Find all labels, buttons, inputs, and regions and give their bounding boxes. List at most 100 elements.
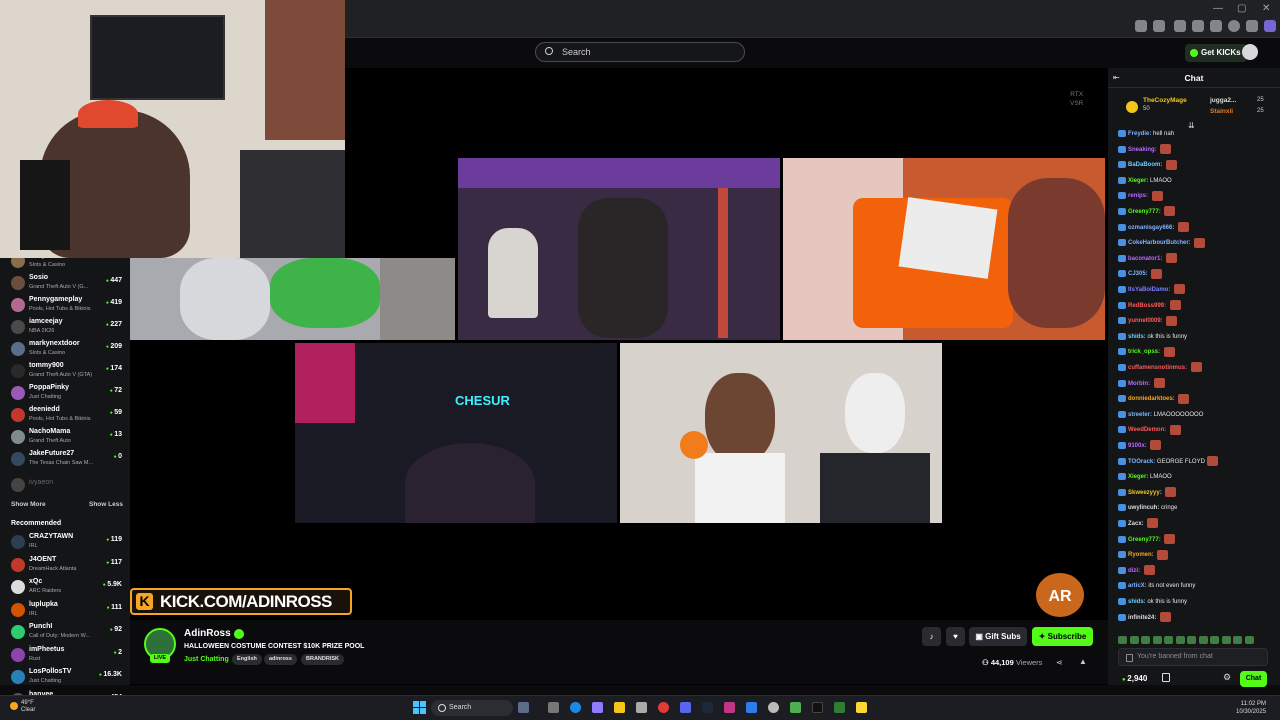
chat-message[interactable]: Zacx:	[1118, 518, 1278, 532]
chat-message[interactable]: ItsYaBoiDamo:	[1118, 284, 1278, 298]
chat-message[interactable]: RedBoss999:	[1118, 300, 1278, 314]
edge-icon[interactable]	[570, 702, 581, 713]
chat-message[interactable]: Sneaking:	[1118, 144, 1278, 158]
chat-message[interactable]: 9100x:	[1118, 440, 1278, 454]
tag-adinross[interactable]: adinross	[264, 654, 297, 665]
tiktok-icon[interactable]	[812, 702, 823, 713]
instagram-icon[interactable]	[724, 702, 735, 713]
sidebar-item-following-6[interactable]: PoppaPinky Just Chatting 72	[0, 383, 130, 405]
search-input[interactable]: Search	[535, 42, 745, 62]
channel-name[interactable]: AdinRoss	[184, 628, 231, 639]
chat-message[interactable]: shids: ok this is funny	[1118, 596, 1278, 610]
chat-username[interactable]: Morbin:	[1128, 381, 1150, 387]
chat-username[interactable]: ozmanisgay666:	[1128, 225, 1174, 231]
chat-message[interactable]: CokeHarbourButcher:	[1118, 237, 1278, 251]
tag-english[interactable]: English	[232, 654, 262, 665]
reader-icon[interactable]	[1135, 20, 1147, 32]
menu-dots-icon[interactable]	[1246, 20, 1258, 32]
quick-emote-bar[interactable]	[1118, 631, 1273, 644]
chat-username[interactable]: baconator1:	[1128, 256, 1162, 262]
chat-input[interactable]: You're banned from chat	[1118, 648, 1268, 666]
chat-username[interactable]: yunnel0009:	[1128, 318, 1163, 324]
task-view-icon[interactable]	[548, 702, 559, 713]
chat-message[interactable]: CJ305:	[1118, 268, 1278, 282]
chat-username[interactable]: WeedDemon:	[1128, 427, 1166, 433]
chat-username[interactable]: donniedarktoes:	[1128, 396, 1175, 402]
chat-message[interactable]: trick_opss:	[1118, 346, 1278, 360]
chat-username[interactable]: 9100x:	[1128, 443, 1147, 449]
store-icon[interactable]	[636, 702, 647, 713]
chat-message[interactable]: Ryomen:	[1118, 549, 1278, 563]
top-gifter-name[interactable]: TheCozyMage	[1143, 97, 1187, 104]
chat-message[interactable]: infinite24:	[1118, 612, 1278, 626]
chat-message[interactable]: yunnel0009:	[1118, 315, 1278, 329]
chat-username[interactable]: TOOrack:	[1128, 459, 1155, 465]
gift-subs-button[interactable]: ▣ Gift Subs	[969, 627, 1027, 646]
chat-username[interactable]: articX:	[1128, 583, 1147, 589]
chat-username[interactable]: uwylincuh:	[1128, 505, 1159, 511]
chat-username[interactable]: CokeHarbourButcher:	[1128, 240, 1191, 246]
show-less-button[interactable]: Show Less	[89, 501, 123, 508]
chat-username[interactable]: shids:	[1128, 599, 1146, 605]
kick-points[interactable]: 2,940	[1122, 674, 1147, 683]
weather-widget[interactable]: 49°F Clear	[9, 700, 35, 714]
chat-username[interactable]: Greeny777:	[1128, 209, 1161, 215]
chat-username[interactable]: Xieger:	[1128, 474, 1148, 480]
chat-username[interactable]: CJ305:	[1128, 271, 1148, 277]
chat-message[interactable]: renips:	[1118, 190, 1278, 204]
app-green-icon[interactable]	[790, 702, 801, 713]
sidebar-item-following-3[interactable]: iamceejay NBA 2K26 227	[0, 317, 130, 339]
share-icon[interactable]: ⋖	[1056, 658, 1063, 667]
favorites-icon[interactable]	[1210, 20, 1222, 32]
extensions-icon[interactable]	[1174, 20, 1186, 32]
profile-icon[interactable]	[1228, 20, 1240, 32]
chat-username[interactable]: Greeny777:	[1128, 537, 1161, 543]
leaderboard-icon[interactable]	[1162, 673, 1170, 682]
chat-message[interactable]: Greeny777:	[1118, 534, 1278, 548]
chat-message[interactable]: cuffamensnotinmus:	[1118, 362, 1278, 376]
sidebar-item-recommended-0[interactable]: CRAZYTAWN IRL 119	[0, 532, 130, 554]
chat-username[interactable]: trick_opss:	[1128, 349, 1160, 355]
gifter-2-name[interactable]: jugga2...	[1210, 97, 1236, 104]
chat-message[interactable]: baconator1:	[1118, 253, 1278, 267]
close-icon[interactable]: ✕	[1262, 3, 1270, 14]
copilot-icon[interactable]	[1264, 20, 1276, 32]
chat-username[interactable]: RedBoss999:	[1128, 303, 1166, 309]
subscribe-button[interactable]: ✦ Subscribe	[1032, 627, 1093, 646]
gear-icon[interactable]: ⚙	[1223, 672, 1231, 683]
chat-message[interactable]: streeter: LMAOOOOOOOO	[1118, 409, 1278, 423]
file-explorer-icon[interactable]	[614, 702, 625, 713]
sidebar-item-recommended-5[interactable]: imPheetus Rust 2	[0, 645, 130, 667]
tag-brandrisk[interactable]: BRANDRISK	[301, 654, 344, 665]
sidebar-item-following-4[interactable]: markynextdoor Slots & Casino 209	[0, 339, 130, 361]
taskbar-search[interactable]: Search	[431, 700, 513, 716]
chat-message[interactable]: shids: ok this is funny	[1118, 331, 1278, 345]
chat-message[interactable]: BaDaBoom:	[1118, 159, 1278, 173]
chat-username[interactable]: infinite24:	[1128, 615, 1156, 621]
chat-username[interactable]: BaDaBoom:	[1128, 162, 1162, 168]
sidebar-item-following-7[interactable]: deeniedd Pools, Hot Tubs & Bikinis 59	[0, 405, 130, 427]
follow-button[interactable]: ♥	[946, 627, 965, 646]
sidebar-item-recommended-1[interactable]: J4OENT DreamHack Atlanta 117	[0, 555, 130, 577]
widgets-icon[interactable]	[518, 702, 529, 713]
chat-message[interactable]: Greeny777:	[1118, 206, 1278, 220]
app-icon[interactable]	[746, 702, 757, 713]
chat-username[interactable]: dizi:	[1128, 568, 1140, 574]
sidebar-item-recommended-6[interactable]: LosPollosTV Just Chatting 16.3K	[0, 667, 130, 689]
chat-message[interactable]: Freydie: hell nah	[1118, 128, 1278, 142]
stream-category[interactable]: Just Chatting	[184, 656, 229, 663]
settings-taskbar-icon[interactable]	[768, 702, 779, 713]
report-icon[interactable]: ▲	[1079, 657, 1087, 666]
taskbar-clock[interactable]: 11:02 PM 10/30/2025	[1236, 700, 1266, 716]
chat-message[interactable]: articX: its not even funny	[1118, 580, 1278, 594]
chat-message[interactable]: Xieger: LMAOO	[1118, 471, 1278, 485]
chat-message[interactable]: donniedarktoes:	[1118, 393, 1278, 407]
chat-message[interactable]: uwylincuh: cringe	[1118, 502, 1278, 516]
excel-icon[interactable]	[834, 702, 845, 713]
steam-icon[interactable]	[702, 702, 713, 713]
chat-message[interactable]: TOOrack: GEORGE FLOYD	[1118, 456, 1278, 470]
notification-bell-button[interactable]: ♪	[922, 627, 941, 646]
get-kicks-button[interactable]: Get KICKs	[1185, 44, 1247, 62]
sidebar-item-recommended-2[interactable]: xQc ARC Raiders 5.9K	[0, 577, 130, 599]
sidebar-item-offline[interactable]: ivyaeon	[0, 475, 130, 497]
